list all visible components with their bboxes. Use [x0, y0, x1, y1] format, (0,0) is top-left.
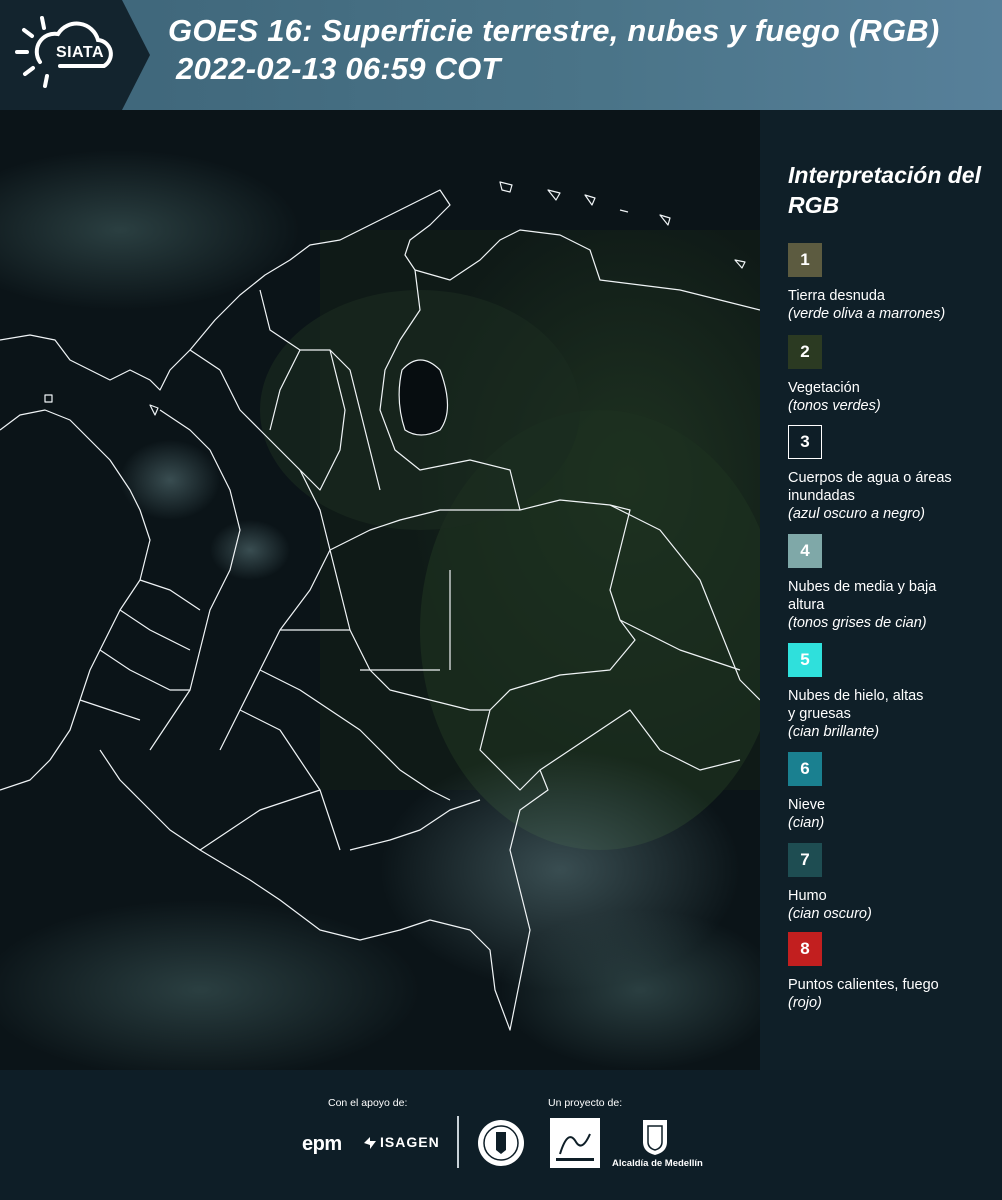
footer-sponsors: Con el apoyo de: Un proyecto de: epm ISA… — [0, 1070, 1002, 1200]
legend-label-sub: (tonos grises de cian) — [788, 615, 927, 631]
legend-label-5: Nubes de hielo, altas y gruesas (cian br… — [788, 687, 928, 741]
support-caption: Con el apoyo de: — [328, 1097, 408, 1109]
legend-item-6: 6 Nieve (cian) — [788, 752, 998, 832]
legend-item-2: 2 Vegetación (tonos verdes) — [788, 335, 998, 415]
satellite-map — [0, 110, 760, 1070]
legend-label-sub: (tonos verdes) — [788, 398, 881, 414]
area-metropolitana-logo-icon — [550, 1118, 600, 1168]
legend-label-main: Tierra desnuda — [788, 288, 885, 304]
legend-item-7: 7 Humo (cian oscuro) — [788, 843, 998, 923]
legend-swatch-3: 3 — [788, 425, 822, 459]
legend-label-sub: (cian) — [788, 815, 825, 831]
isagen-logo-icon — [364, 1137, 376, 1149]
siata-logo-text: SIATA — [55, 44, 105, 61]
legend-label-2: Vegetación (tonos verdes) — [788, 379, 998, 415]
legend-item-1: 1 Tierra desnuda (verde oliva a marrones… — [788, 243, 998, 323]
medellin-shield-icon — [643, 1120, 667, 1155]
legend-label-main: Vegetación — [788, 380, 860, 396]
rgb-legend-panel: Interpretación del RGB 1 Tierra desnuda … — [760, 110, 1002, 1070]
legend-label-sub: (verde oliva a marrones) — [788, 306, 946, 322]
legend-swatch-8: 8 — [788, 932, 822, 966]
legend-label-main: Nubes de media y baja altura — [788, 579, 937, 613]
legend-label-6: Nieve (cian) — [788, 796, 998, 832]
alcaldia-logo-text: Alcaldía de Medellín — [612, 1158, 703, 1169]
legend-label-1: Tierra desnuda (verde oliva a marrones) — [788, 287, 998, 323]
seal-logo-icon — [478, 1120, 524, 1166]
siata-logo: SIATA — [0, 0, 150, 110]
legend-label-main: Nubes de hielo, altas y gruesas — [788, 688, 924, 722]
legend-label-sub: (cian brillante) — [788, 724, 880, 740]
legend-swatch-5: 5 — [788, 643, 822, 677]
legend-swatch-4: 4 — [788, 534, 822, 568]
legend-label-main: Puntos calientes, fuego — [788, 977, 939, 993]
legend-label-main: Nieve — [788, 797, 826, 813]
legend-swatch-7: 7 — [788, 843, 822, 877]
legend-swatch-2: 2 — [788, 335, 822, 369]
legend-label-sub: (azul oscuro a negro) — [788, 506, 926, 522]
legend-label-7: Humo (cian oscuro) — [788, 887, 998, 923]
isagen-logo: ISAGEN — [380, 1134, 440, 1150]
title-line-2: 2022-02-13 06:59 COT — [176, 51, 501, 86]
legend-swatch-1: 1 — [788, 243, 822, 277]
header-bar: SIATA GOES 16: Superficie terrestre, nub… — [0, 0, 1002, 110]
legend-item-3: 3 Cuerpos de agua o áreas inundadas (azu… — [788, 425, 998, 523]
legend-item-8: 8 Puntos calientes, fuego (rojo) — [788, 932, 998, 1012]
legend-label-4: Nubes de media y baja altura (tonos gris… — [788, 578, 948, 632]
legend-swatch-6: 6 — [788, 752, 822, 786]
title-line-1: GOES 16: Superficie terrestre, nubes y f… — [168, 13, 940, 48]
legend-label-3: Cuerpos de agua o áreas inundadas (azul … — [788, 469, 958, 523]
legend-label-8: Puntos calientes, fuego (rojo) — [788, 976, 998, 1012]
legend-label-sub: (cian oscuro) — [788, 906, 872, 922]
legend-item-4: 4 Nubes de media y baja altura (tonos gr… — [788, 534, 998, 632]
page-title: GOES 16: Superficie terrestre, nubes y f… — [168, 12, 998, 88]
project-caption: Un proyecto de: — [548, 1097, 623, 1109]
legend-label-main: Cuerpos de agua o áreas inundadas — [788, 470, 952, 504]
legend-label-main: Humo — [788, 888, 827, 904]
footer-divider — [457, 1116, 459, 1168]
legend-label-sub: (rojo) — [788, 995, 822, 1011]
epm-logo: epm — [302, 1133, 342, 1155]
legend-item-5: 5 Nubes de hielo, altas y gruesas (cian … — [788, 643, 998, 741]
legend-title: Interpretación del RGB — [788, 162, 981, 218]
